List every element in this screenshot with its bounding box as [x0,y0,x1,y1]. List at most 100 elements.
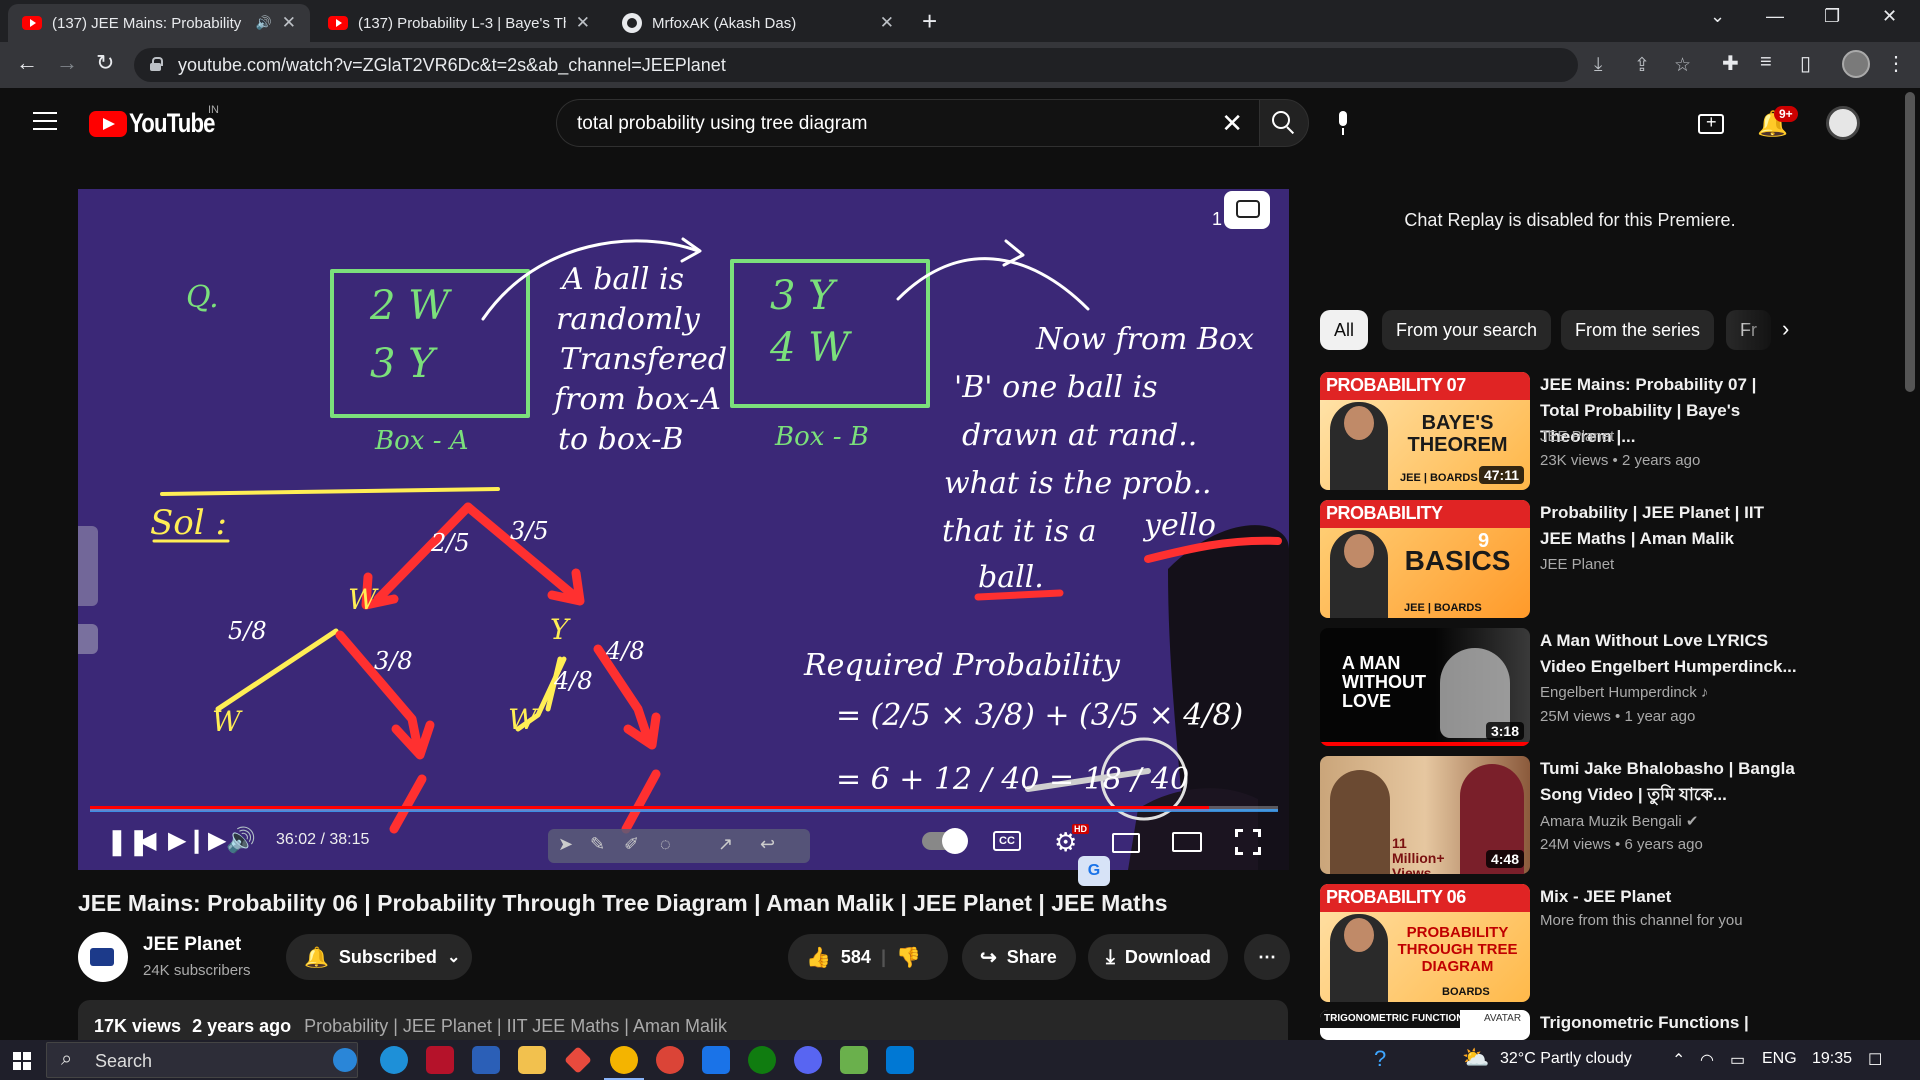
miniplayer-icon[interactable] [1112,833,1140,853]
bing-icon[interactable] [333,1048,357,1072]
weather-text[interactable]: 32°C Partly cloudy [1500,1050,1632,1068]
file-explorer-icon[interactable] [518,1046,546,1074]
arrow-tool-icon[interactable]: ↗ [718,834,733,855]
pen-icon[interactable]: ✐ [624,834,639,855]
video-thumbnail[interactable]: A MAN WITHOUT LOVE 3:18 [1320,628,1530,746]
recommendation-item[interactable]: A MAN WITHOUT LOVE 3:18 A Man Without Lo… [1320,628,1810,746]
channel-name[interactable]: JEE Planet [143,934,241,956]
page-scrollbar[interactable] [1905,92,1915,392]
recommendation-title[interactable]: Tumi Jake Bhalobasho | Bangla Song Video… [1540,756,1800,808]
subscribed-button[interactable]: 🔔 Subscribed ⌄ [286,934,472,980]
reload-button[interactable]: ↻ [96,50,114,76]
video-thumbnail[interactable]: TRIGONOMETRIC FUNCTIONS AVATAR [1320,1010,1530,1040]
browser-tab-3[interactable]: MrfoxAK (Akash Das) ✕ [608,4,908,42]
wifi-icon[interactable]: ◠ [1700,1050,1714,1070]
chrome-icon[interactable] [604,1046,644,1080]
previous-icon[interactable]: ◀ [138,826,156,855]
recommendation-title[interactable]: Trigonometric Functions | [1540,1010,1800,1036]
vscode-icon[interactable] [886,1046,914,1074]
translate-icon[interactable]: G [1078,856,1110,886]
media-queue-icon[interactable]: ≡ [1760,51,1772,74]
install-app-icon[interactable]: ⤓ [1594,54,1602,76]
battery-icon[interactable]: ▭ [1730,1050,1745,1070]
tray-chevron-icon[interactable]: ⌃ [1672,1050,1685,1070]
chat-toggle-icon[interactable] [1224,191,1270,229]
close-icon[interactable]: ✕ [880,13,894,33]
forward-button[interactable]: → [56,50,78,76]
like-button[interactable]: 👍 584 | 👎 [788,934,948,980]
browser-tab-2[interactable]: (137) Probability L-3 | Baye's The ✕ [314,4,604,42]
recommendation-channel[interactable]: JEE Planet [1540,428,1614,445]
back-button[interactable]: ← [16,50,38,76]
chip-from-your-search[interactable]: From your search [1382,310,1552,350]
fullscreen-icon[interactable] [1235,829,1261,855]
clock[interactable]: 19:35 [1812,1050,1852,1068]
lock-icon[interactable] [150,57,163,71]
search-input[interactable]: total probability using tree diagram ✕ [556,99,1259,147]
autoplay-toggle[interactable] [922,828,968,854]
address-bar[interactable]: youtube.com/watch?v=ZGlaT2VR6Dc&t=2s&ab_… [134,48,1691,82]
extensions-puzzle-icon[interactable]: ✚ [1722,51,1739,76]
office-app-icon[interactable] [426,1046,454,1074]
youtube-wordmark[interactable]: YouTube [129,108,216,139]
recommendation-title[interactable]: A Man Without Love LYRICS Video Engelber… [1540,628,1800,680]
description-tags[interactable]: Probability | JEE Planet | IIT JEE Maths… [304,1016,727,1036]
annotation-toolbar[interactable]: ➤ ✎ ✐ ◌ ↗ ↩ [548,829,810,863]
new-tab-button[interactable]: + [922,6,937,37]
recommendation-item[interactable]: TRIGONOMETRIC FUNCTIONS AVATAR Trigonome… [1320,1010,1810,1040]
user-avatar[interactable] [1826,106,1860,140]
restore-button[interactable]: ❐ [1824,6,1840,27]
stack-app-icon[interactable] [840,1046,868,1074]
recommendation-channel[interactable]: Engelbert Humperdinck ♪ [1540,684,1708,701]
lasso-icon[interactable]: ◌ [660,834,671,855]
chip-from-the-series[interactable]: From the series [1561,310,1715,350]
player-side-arrow[interactable] [78,624,98,654]
close-icon[interactable]: ✕ [282,13,296,33]
minimize-button[interactable]: — [1766,6,1784,27]
speaker-icon[interactable]: 🔊 [256,15,272,31]
browser-menu-icon[interactable]: ⋮ [1886,51,1906,76]
video-thumbnail[interactable]: PROBABILITY 07 BAYE'S THEOREM JEE | BOAR… [1320,372,1530,490]
video-thumbnail[interactable]: PROBABILITY 06 PROBABILITY THROUGH TREE … [1320,884,1530,1002]
more-actions-button[interactable]: ⋯ [1244,934,1290,980]
language-indicator[interactable]: ENG [1762,1050,1797,1068]
share-page-icon[interactable]: ⇪ [1634,54,1650,77]
pointer-icon[interactable]: ➤ [558,834,573,855]
highlighter-icon[interactable]: ✎ [590,834,605,855]
close-icon[interactable]: ✕ [576,13,590,33]
recommendation-item[interactable]: 11 Million+ Views 4:48 Tumi Jake Bhaloba… [1320,756,1810,874]
recommendation-item[interactable]: PROBABILITY 06 PROBABILITY THROUGH TREE … [1320,884,1810,1002]
browser-tab-1[interactable]: (137) JEE Mains: Probability 0 🔊 ✕ [8,4,310,42]
youtube-logo-icon[interactable] [89,111,127,137]
microphone-icon[interactable] [1333,111,1353,137]
recommendation-title[interactable]: Probability | JEE Planet | IIT JEE Maths… [1540,500,1800,552]
create-video-icon[interactable] [1698,112,1724,134]
clear-search-icon[interactable]: ✕ [1221,108,1243,139]
recommendation-channel[interactable]: Amara Muzik Bengali ✔ [1540,812,1698,830]
undo-icon[interactable]: ↩ [760,834,775,855]
store-icon[interactable] [472,1046,500,1074]
hamburger-menu-icon[interactable] [33,112,57,130]
play-arrow-icon[interactable]: ▶ [208,826,226,855]
edge-icon[interactable] [380,1046,408,1074]
theater-mode-icon[interactable] [1172,832,1202,852]
channel-avatar[interactable] [78,932,128,982]
volume-icon[interactable]: 🔊 [226,826,256,855]
player-side-handle[interactable] [78,526,98,606]
video-player[interactable]: Q. 2 W 3 Y Box - A 3 Y 4 W Box - B A bal… [78,189,1289,870]
recommendation-channel[interactable]: JEE Planet [1540,556,1614,573]
browser-profile-avatar[interactable] [1842,50,1870,78]
search-query-text[interactable]: total probability using tree diagram [577,113,867,135]
recommendation-item[interactable]: PROBABILITY 07 BAYE'S THEOREM JEE | BOAR… [1320,372,1810,490]
tab-search-chevron-icon[interactable]: ⌄ [1710,6,1725,27]
windows-start-icon[interactable] [13,1052,31,1070]
next-icon[interactable]: ▶❙ [168,826,207,855]
chevron-right-icon[interactable]: › [1782,316,1789,342]
side-panel-icon[interactable]: ▯ [1800,51,1811,76]
discord-icon[interactable] [794,1046,822,1074]
video-thumbnail[interactable]: PROBABILITY BASICS 9 JEE | BOARDS [1320,500,1530,618]
url-text[interactable]: youtube.com/watch?v=ZGlaT2VR6Dc&t=2s&ab_… [178,55,726,76]
taskbar-search-input[interactable]: ⌕ Search [46,1042,358,1078]
share-button[interactable]: ↪ Share [962,934,1076,980]
recommendation-item[interactable]: PROBABILITY BASICS 9 JEE | BOARDS Probab… [1320,500,1810,618]
